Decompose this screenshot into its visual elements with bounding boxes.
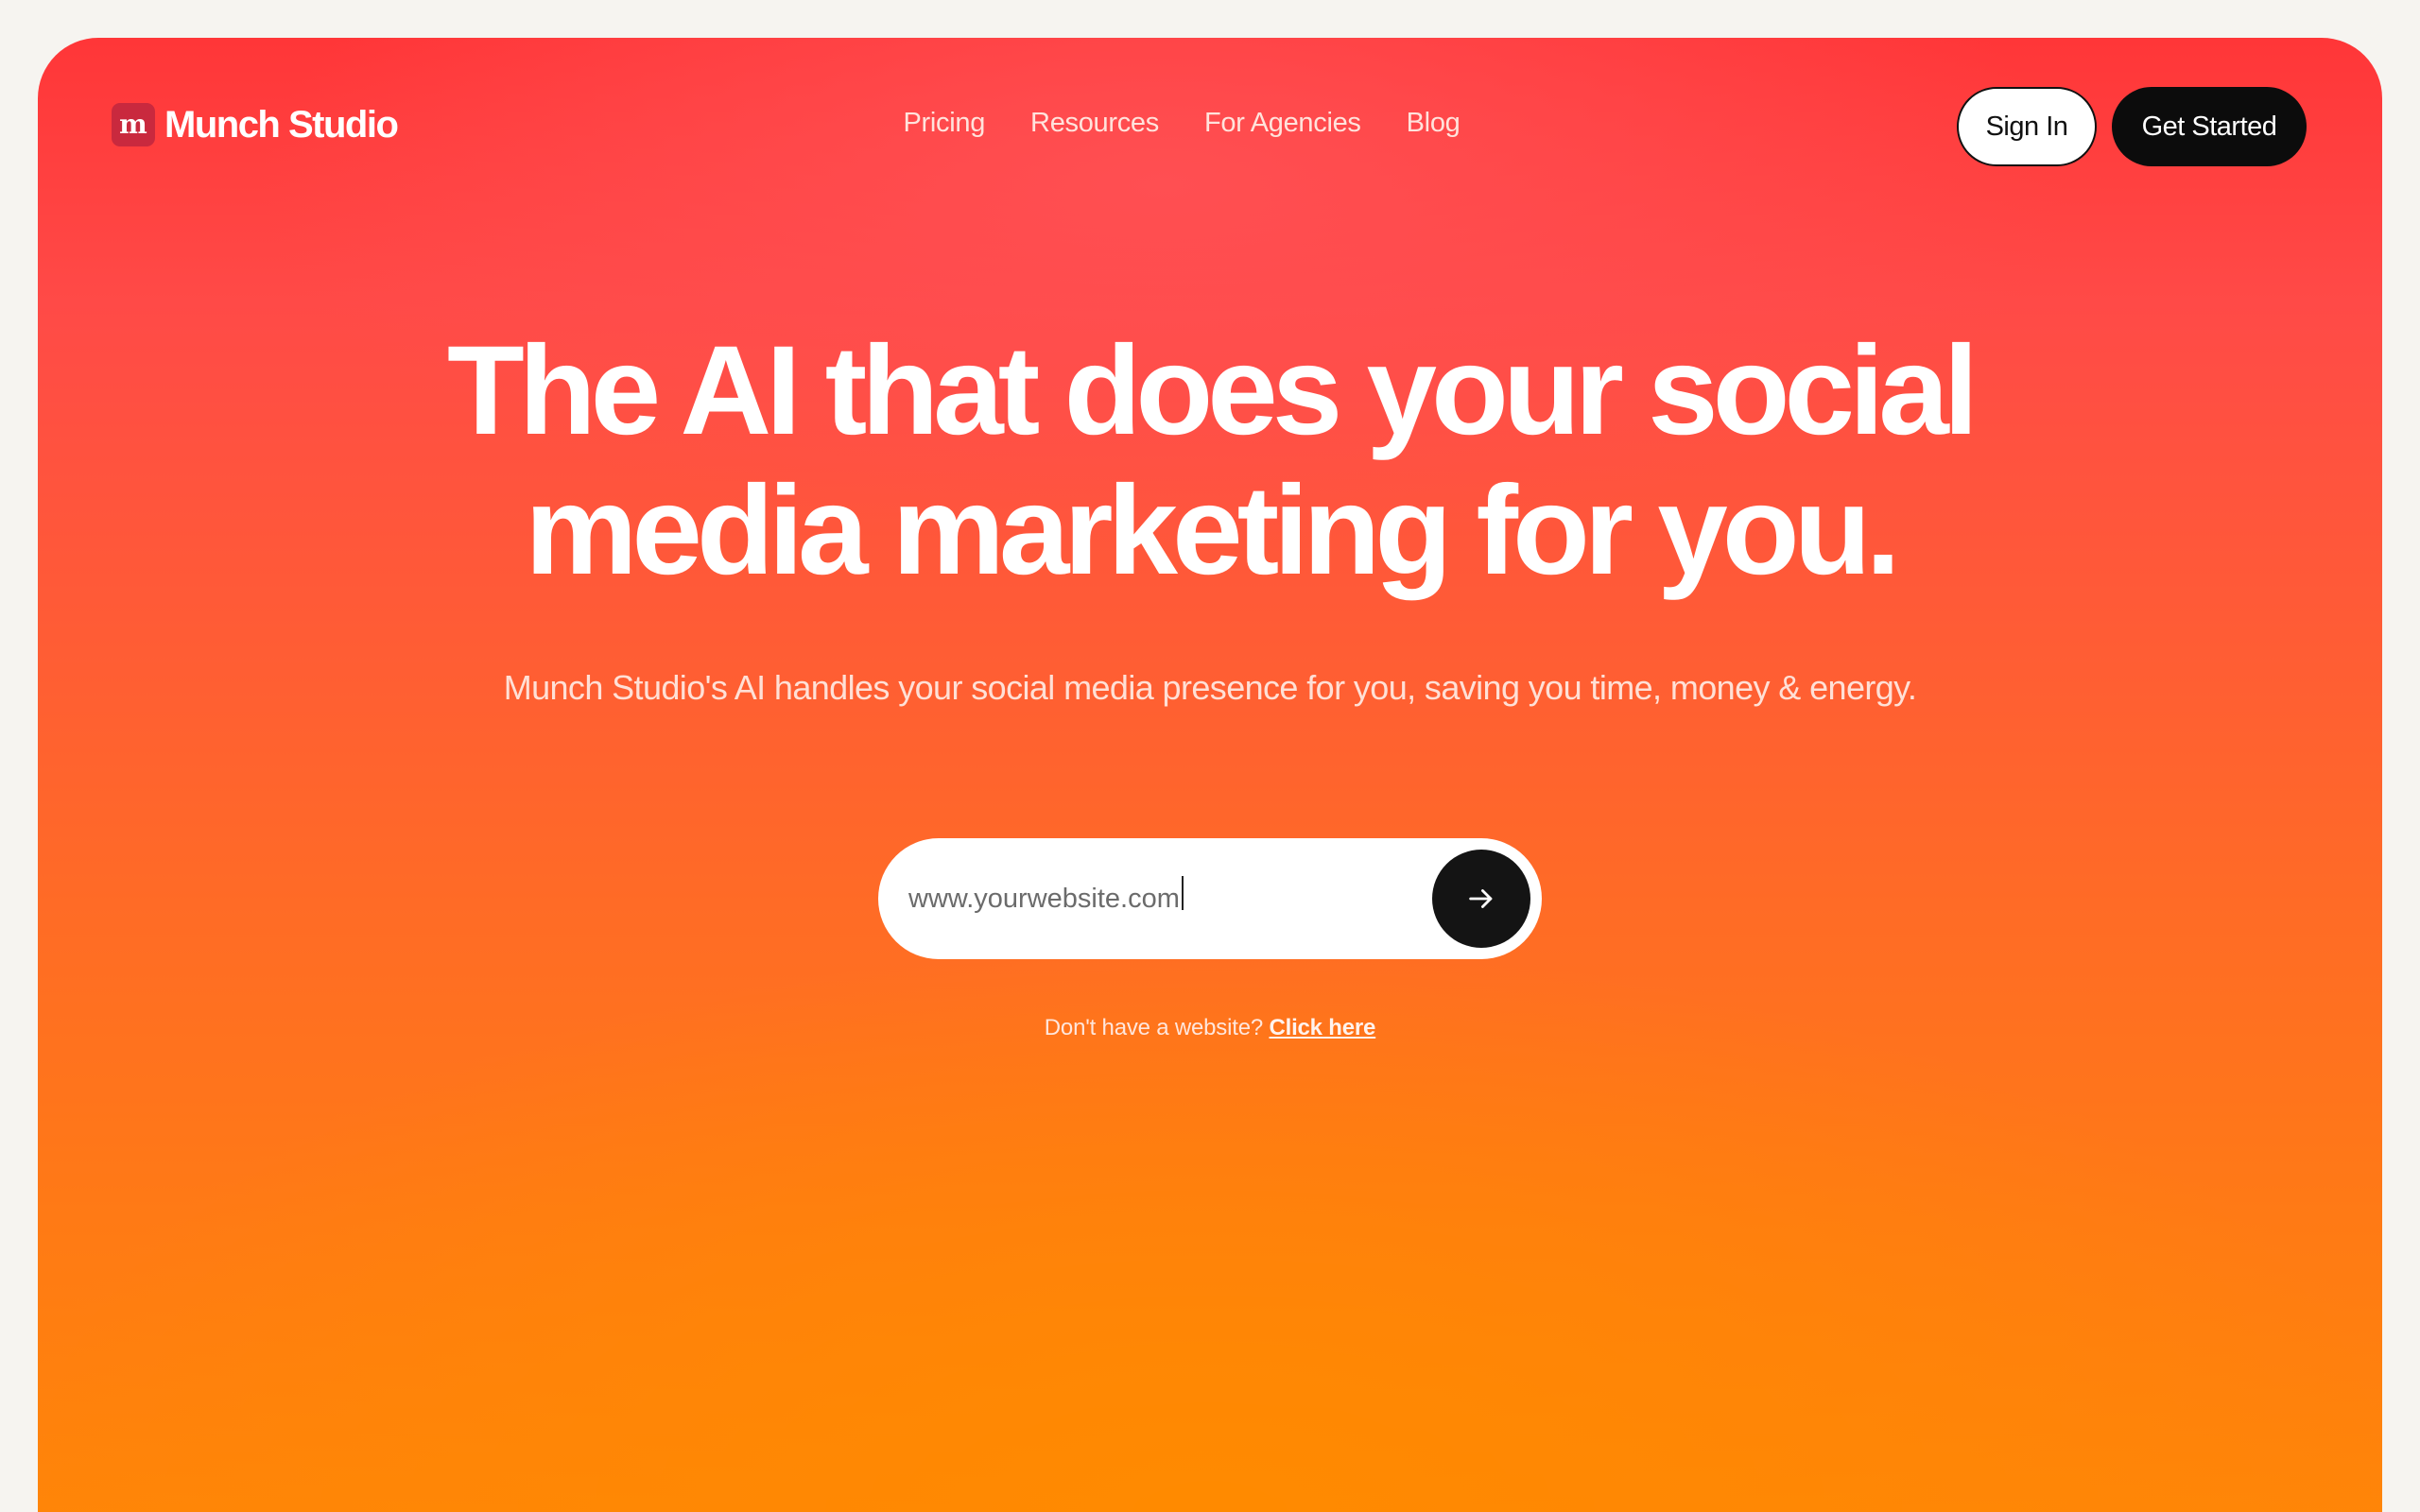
hero-headline-line-1: The AI that does your social xyxy=(446,320,1979,461)
submit-url-button[interactable] xyxy=(1432,850,1530,948)
click-here-link[interactable]: Click here xyxy=(1269,1015,1375,1040)
nav-resources[interactable]: Resources xyxy=(1030,102,1159,144)
hero-section: m Munch Studio Pricing Resources For Age… xyxy=(38,38,2382,1512)
arrow-right-icon xyxy=(1469,889,1493,908)
helper-text: Don't have a website? xyxy=(1044,1015,1270,1040)
hero-subhead: Munch Studio's AI handles your social me… xyxy=(503,668,1917,707)
nav-for-agencies[interactable]: For Agencies xyxy=(1204,102,1361,144)
brand-name: Munch Studio xyxy=(164,103,399,146)
no-website-helper: Don't have a website? Click here xyxy=(38,1015,2382,1041)
get-started-button[interactable]: Get Started xyxy=(2112,87,2307,166)
hero-headline: The AI that does your social media marke… xyxy=(38,321,2382,601)
hero-headline-line-2: media marketing for you. xyxy=(525,460,1900,601)
website-url-input[interactable] xyxy=(908,870,1438,927)
sign-in-button[interactable]: Sign In xyxy=(1957,87,2097,166)
brand-logo[interactable]: m Munch Studio xyxy=(112,103,399,146)
nav-pricing[interactable]: Pricing xyxy=(904,102,986,144)
website-search-bar xyxy=(878,838,1542,959)
nav-blog[interactable]: Blog xyxy=(1407,102,1461,144)
text-caret xyxy=(1181,876,1184,910)
brand-mark-icon: m xyxy=(112,103,155,146)
